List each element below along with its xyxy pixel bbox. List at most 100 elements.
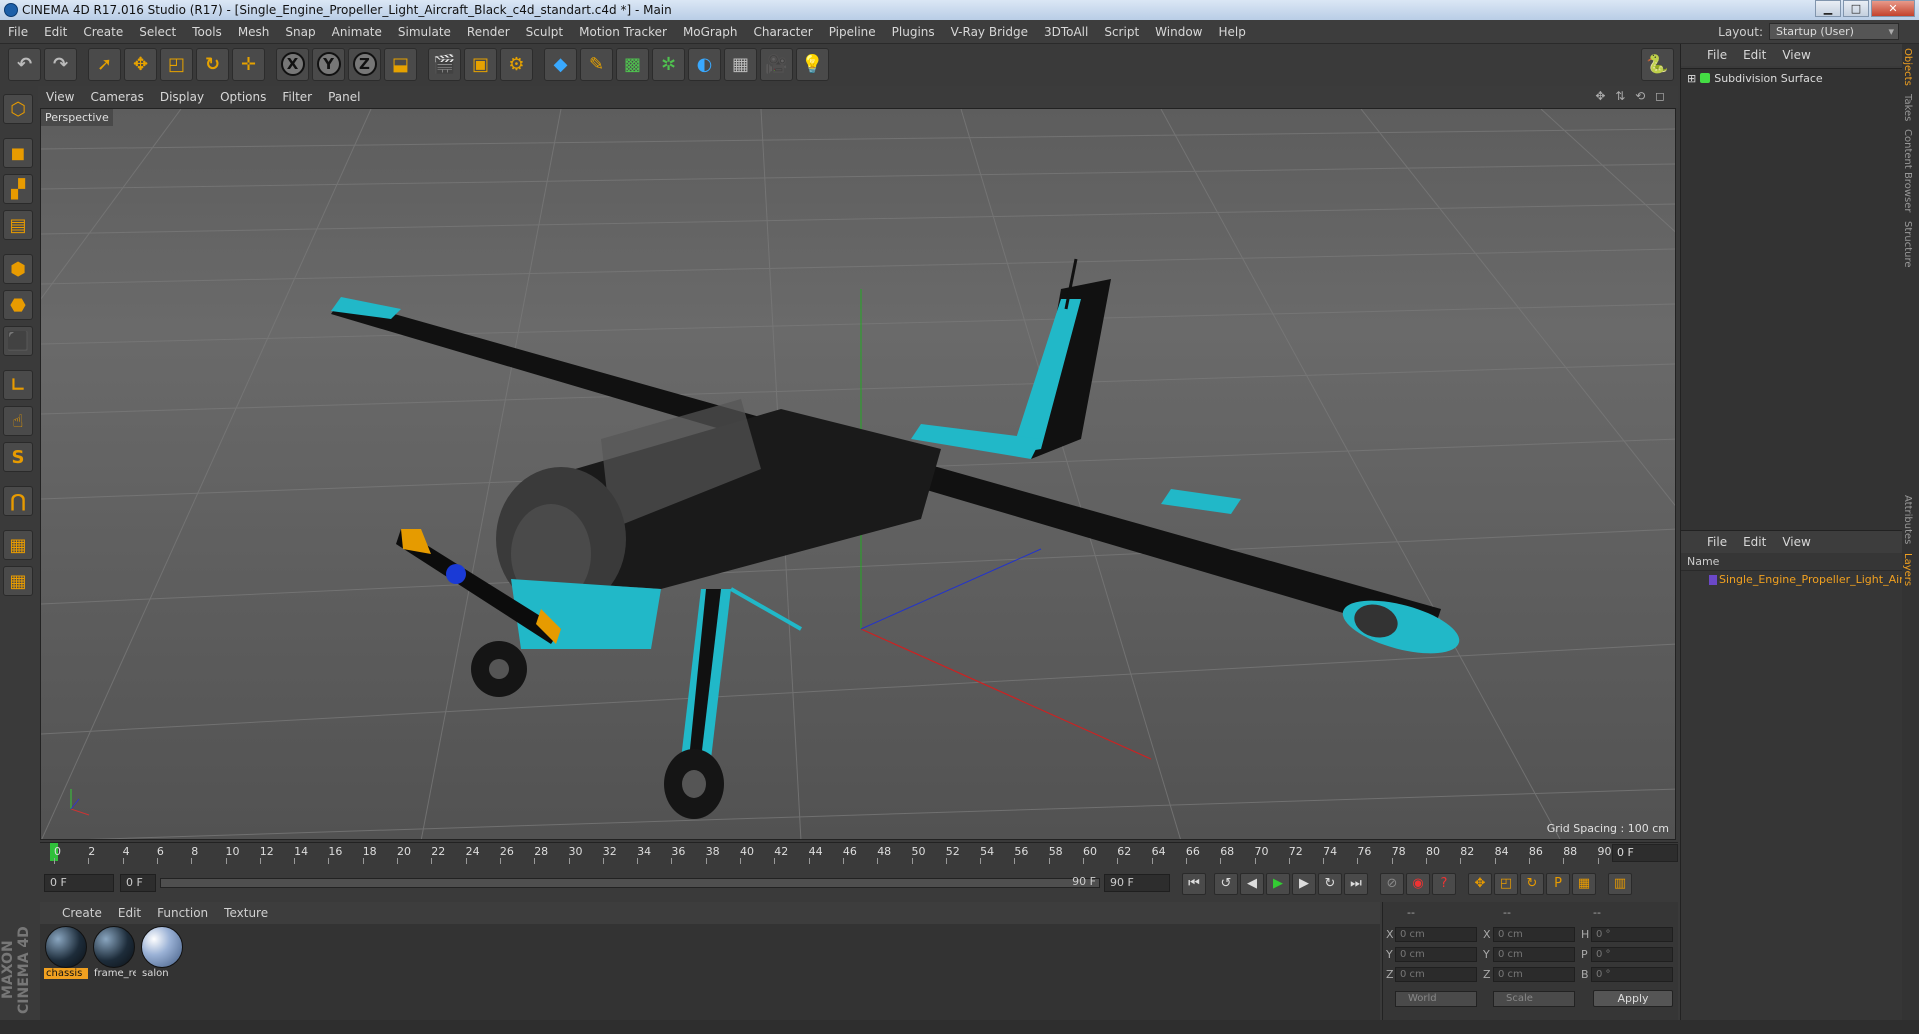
menu-vray-bridge[interactable]: V-Ray Bridge — [943, 25, 1036, 39]
workplane-lock-icon[interactable]: ▦ — [3, 530, 33, 560]
layer-row[interactable]: Single_Engine_Propeller_Light_Air — [1681, 571, 1903, 589]
redo-icon[interactable]: ↷ — [44, 47, 77, 81]
menu-sculpt[interactable]: Sculpt — [518, 25, 571, 39]
menu-create[interactable]: Create — [75, 25, 131, 39]
make-editable-icon[interactable]: ⬡ — [3, 94, 33, 124]
polygons-mode-icon[interactable]: ⬛ — [3, 326, 33, 356]
menu-plugins[interactable]: Plugins — [884, 25, 943, 39]
menu-script[interactable]: Script — [1096, 25, 1147, 39]
go-to-start-icon[interactable]: ⏮ — [1182, 873, 1206, 895]
undo-icon[interactable]: ↶ — [8, 47, 41, 81]
rotate-icon[interactable]: ↻ — [196, 47, 229, 81]
points-mode-icon[interactable]: ⬢ — [3, 254, 33, 284]
menu-tools[interactable]: Tools — [184, 25, 230, 39]
tweak-mode-icon[interactable]: ☝ — [3, 406, 33, 436]
tab-layers[interactable]: Layers — [1902, 549, 1913, 590]
snap-magnet-icon[interactable]: ⋂ — [3, 486, 33, 516]
range-slider[interactable] — [160, 878, 1100, 888]
light-icon[interactable]: 💡 — [796, 47, 829, 81]
camera-label[interactable]: Perspective — [41, 109, 113, 126]
menu-3dtoall[interactable]: 3DToAll — [1036, 25, 1096, 39]
key-rotation-icon[interactable]: ↻ — [1520, 873, 1544, 895]
range-start-field[interactable]: 0 F — [120, 874, 156, 892]
move-icon[interactable]: ✥ — [124, 47, 157, 81]
menu-character[interactable]: Character — [745, 25, 820, 39]
menu-select[interactable]: Select — [131, 25, 184, 39]
menu-window[interactable]: Window — [1147, 25, 1210, 39]
live-selection-icon[interactable]: ➚ — [88, 47, 121, 81]
range-end-field[interactable]: 90 F — [1040, 874, 1100, 892]
subdivision-surface-icon[interactable]: ▩ — [616, 47, 649, 81]
viewport-navigation-icons[interactable]: ✥ ⇅ ⟲ ◻ — [1595, 89, 1668, 103]
aircraft-model[interactable] — [331, 258, 1465, 819]
viewport-menu-filter[interactable]: Filter — [274, 90, 320, 104]
next-key-icon[interactable]: ↻ — [1318, 873, 1342, 895]
scale-icon[interactable]: ◰ — [160, 47, 193, 81]
viewport-menu-cameras[interactable]: Cameras — [82, 90, 151, 104]
menu-pipeline[interactable]: Pipeline — [821, 25, 884, 39]
render-view-icon[interactable]: 🎬 — [428, 47, 461, 81]
menu-mesh[interactable]: Mesh — [230, 25, 278, 39]
obj-menu-view[interactable]: View — [1774, 48, 1818, 62]
menu-render[interactable]: Render — [459, 25, 518, 39]
end-frame-field[interactable]: 90 F — [1104, 874, 1170, 892]
obj-menu-file[interactable]: File — [1699, 48, 1735, 62]
menu-mograph[interactable]: MoGraph — [675, 25, 746, 39]
position-x-field[interactable]: 0 cm — [1395, 927, 1477, 942]
expand-icon[interactable]: ⊞ — [1687, 72, 1696, 85]
x-axis-lock-icon[interactable]: X — [276, 47, 309, 81]
python-icon[interactable]: 🐍 — [1641, 48, 1674, 81]
menu-help[interactable]: Help — [1210, 25, 1253, 39]
object-row[interactable]: ⊞ Subdivision Surface — [1681, 69, 1903, 87]
viewport-menu-options[interactable]: Options — [212, 90, 274, 104]
viewport-menu-view[interactable]: View — [38, 90, 82, 104]
render-picture-viewer-icon[interactable]: ▣ — [464, 47, 497, 81]
material-item[interactable]: frame_re — [92, 926, 136, 979]
layer-color-swatch[interactable] — [1709, 575, 1717, 585]
apply-button[interactable]: Apply — [1593, 990, 1673, 1007]
timeline-window-icon[interactable]: ▥ — [1608, 873, 1632, 895]
mat-menu-texture[interactable]: Texture — [216, 906, 276, 920]
menu-file[interactable]: File — [0, 25, 36, 39]
layer-menu-view[interactable]: View — [1774, 535, 1818, 549]
model-mode-icon[interactable]: ◼ — [3, 138, 33, 168]
start-frame-field[interactable]: 0 F — [44, 874, 114, 892]
rotation-h-field[interactable]: 0 ° — [1591, 927, 1673, 942]
spline-pen-icon[interactable]: ✎ — [580, 47, 613, 81]
rotation-p-field[interactable]: 0 ° — [1591, 947, 1673, 962]
size-mode-dropdown[interactable]: Scale — [1493, 991, 1575, 1007]
transform-icon[interactable]: ✛ — [232, 47, 265, 81]
previous-frame-icon[interactable]: ◀ — [1240, 873, 1264, 895]
key-position-icon[interactable]: ✥ — [1468, 873, 1492, 895]
previous-key-icon[interactable]: ↺ — [1214, 873, 1238, 895]
mat-menu-create[interactable]: Create — [54, 906, 110, 920]
mat-menu-function[interactable]: Function — [149, 906, 216, 920]
layer-menu-file[interactable]: File — [1699, 535, 1735, 549]
cloner-icon[interactable]: ✲ — [652, 47, 685, 81]
size-z-field[interactable]: 0 cm — [1493, 967, 1575, 982]
size-y-field[interactable]: 0 cm — [1493, 947, 1575, 962]
menu-simulate[interactable]: Simulate — [390, 25, 459, 39]
minimize-button[interactable]: ▁ — [1815, 0, 1841, 17]
rotation-b-field[interactable]: 0 ° — [1591, 967, 1673, 982]
tab-attributes[interactable]: Attributes — [1902, 491, 1913, 548]
menu-animate[interactable]: Animate — [324, 25, 390, 39]
layout-dropdown[interactable]: Startup (User) — [1769, 23, 1899, 40]
key-pla-icon[interactable]: ▦ — [1572, 873, 1596, 895]
z-axis-lock-icon[interactable]: Z — [348, 47, 381, 81]
layer-menu-edit[interactable]: Edit — [1735, 535, 1774, 549]
viewport-menu-display[interactable]: Display — [152, 90, 212, 104]
position-z-field[interactable]: 0 cm — [1395, 967, 1477, 982]
menu-edit[interactable]: Edit — [36, 25, 75, 39]
current-frame-field[interactable]: 0 F — [1612, 844, 1678, 862]
material-item[interactable]: salon — [140, 926, 184, 979]
go-to-end-icon[interactable]: ⏭ — [1344, 873, 1368, 895]
position-y-field[interactable]: 0 cm — [1395, 947, 1477, 962]
next-frame-icon[interactable]: ▶ — [1292, 873, 1316, 895]
camera-icon[interactable]: 🎥 — [760, 47, 793, 81]
tab-objects[interactable]: Objects — [1902, 44, 1913, 90]
solo-mode-icon[interactable]: S — [3, 442, 33, 472]
play-icon[interactable]: ▶ — [1266, 873, 1290, 895]
key-scale-icon[interactable]: ◰ — [1494, 873, 1518, 895]
floor-icon[interactable]: ▦ — [724, 47, 757, 81]
